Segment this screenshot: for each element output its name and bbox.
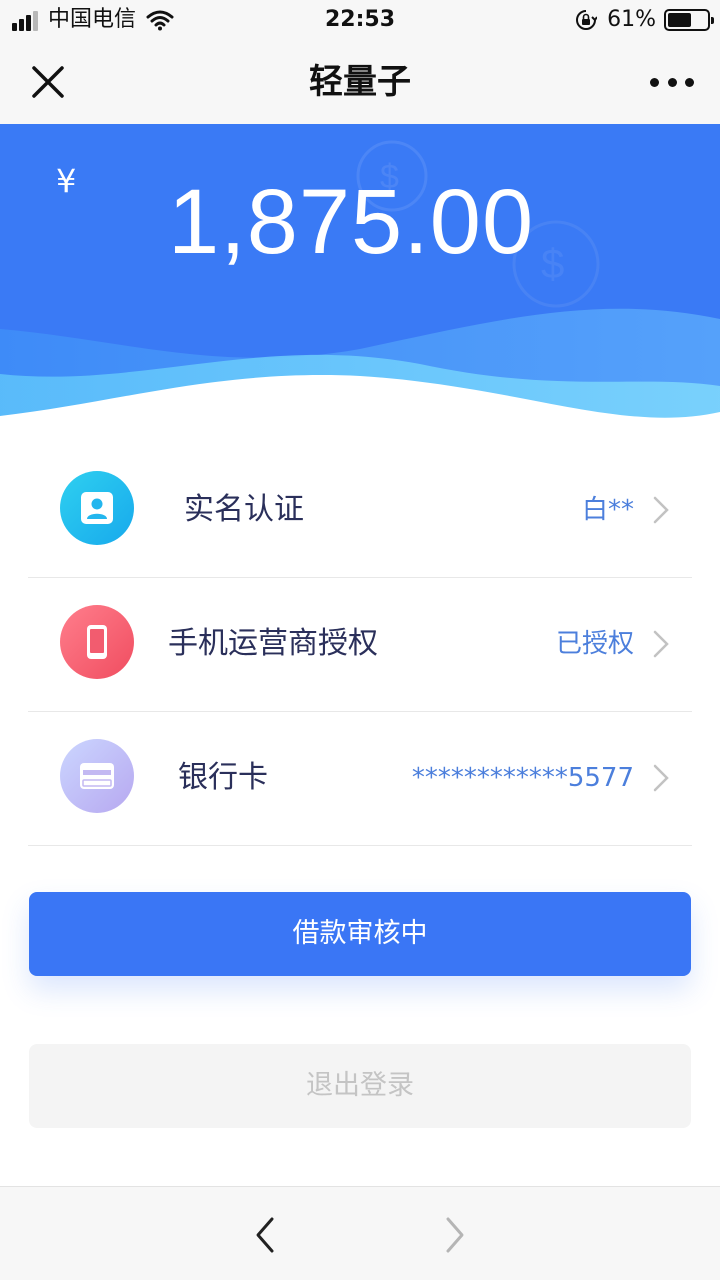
more-icon[interactable] xyxy=(650,70,694,94)
phone-icon xyxy=(60,605,134,679)
balance-amount: 1,875.00 xyxy=(168,171,535,273)
verification-list: 实名认证 白** 手机运营商授权 已授权 银行卡 ************557… xyxy=(0,444,720,846)
svg-text:$: $ xyxy=(541,240,564,287)
battery-icon xyxy=(664,9,714,31)
list-item-value: ************5577 xyxy=(411,763,634,793)
id-card-icon xyxy=(60,471,134,545)
app-page: 中国电信 22:53 61% 轻量子 $ $ ¥ 1,875.00 实名认证 白… xyxy=(0,0,720,1280)
logout-button[interactable]: 退出登录 xyxy=(29,1044,691,1128)
browser-toolbar xyxy=(0,1186,720,1280)
currency-symbol: ¥ xyxy=(56,162,77,200)
list-item-carrier-auth[interactable]: 手机运营商授权 已授权 xyxy=(0,578,720,712)
divider xyxy=(28,845,692,846)
chevron-right-icon xyxy=(653,496,669,524)
balance-banner: $ $ ¥ 1,875.00 xyxy=(0,124,720,444)
status-bar: 中国电信 22:53 61% xyxy=(0,0,720,40)
battery-percent: 61% xyxy=(607,7,656,32)
list-item-value: 白** xyxy=(581,495,634,525)
list-item-label: 手机运营商授权 xyxy=(168,626,378,661)
page-title: 轻量子 xyxy=(309,62,411,102)
list-item-value: 已授权 xyxy=(555,629,634,659)
chevron-right-icon[interactable] xyxy=(440,1215,470,1255)
list-item-label: 银行卡 xyxy=(178,760,268,795)
list-item-real-name[interactable]: 实名认证 白** xyxy=(0,444,720,578)
chevron-right-icon xyxy=(653,630,669,658)
list-item-bank-card[interactable]: 银行卡 ************5577 xyxy=(0,712,720,846)
battery-level xyxy=(668,13,692,27)
chevron-left-icon[interactable] xyxy=(250,1215,280,1255)
chevron-right-icon xyxy=(653,764,669,792)
nav-bar: 轻量子 xyxy=(0,40,720,124)
list-item-label: 实名认证 xyxy=(184,492,304,527)
loan-review-button[interactable]: 借款审核中 xyxy=(29,892,691,976)
bank-card-icon xyxy=(60,739,134,813)
orientation-lock-icon xyxy=(576,10,598,30)
status-right: 61% xyxy=(575,6,714,34)
